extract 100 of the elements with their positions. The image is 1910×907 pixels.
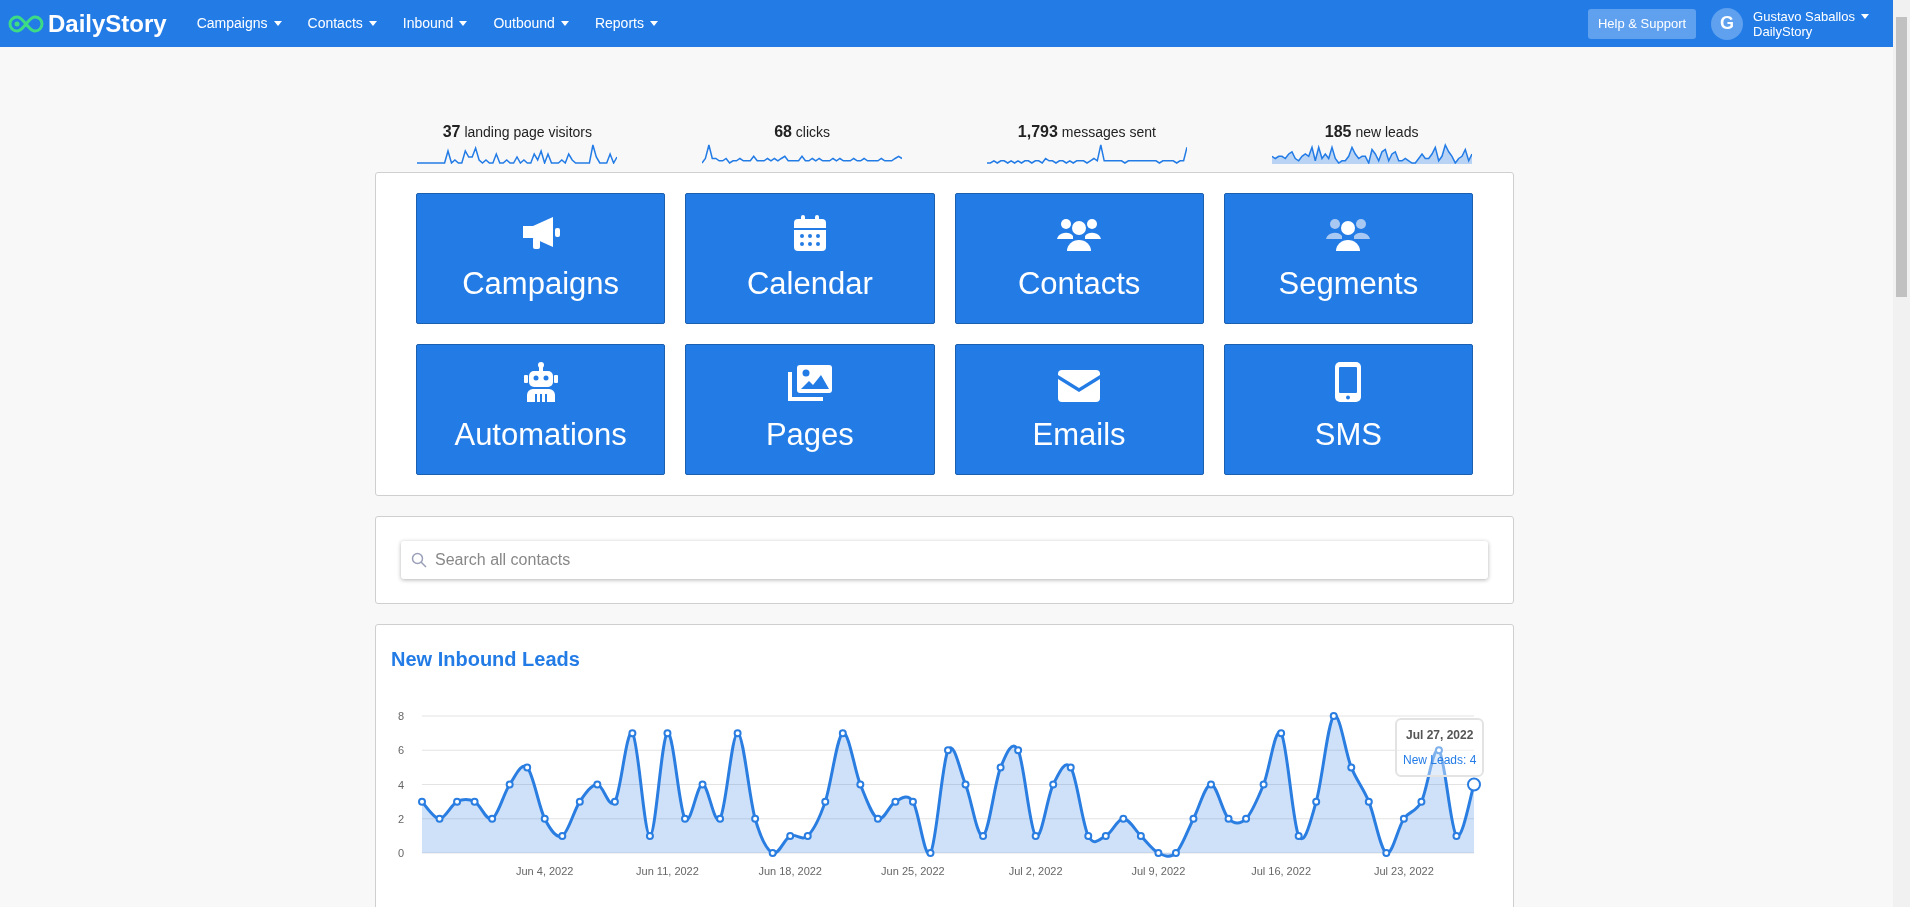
data-point [681, 814, 689, 823]
data-point [698, 780, 707, 789]
help-support-button[interactable]: Help & Support [1587, 8, 1697, 39]
scrollbar[interactable] [1893, 0, 1910, 907]
dashboard-tile[interactable]: Pages [685, 344, 935, 475]
data-point [523, 763, 532, 772]
nav-menu[interactable]: Contacts [307, 13, 377, 34]
user-organization: DailyStory [1753, 23, 1814, 39]
x-axis-label: Jul 2, 2022 [1008, 865, 1063, 877]
caret-icon [459, 21, 468, 26]
brand-name[interactable]: DailyStory [48, 5, 167, 42]
data-point [1312, 797, 1321, 806]
y-axis-label: 0 [397, 847, 404, 859]
data-point [1259, 780, 1268, 789]
data-point [1434, 746, 1443, 755]
calendar-icon [793, 215, 826, 252]
data-point [470, 797, 479, 806]
data-point [856, 780, 865, 789]
data-point [716, 814, 725, 823]
caret-icon [1861, 13, 1869, 19]
data-point [821, 797, 830, 806]
nav-menu[interactable]: Inbound [402, 13, 468, 34]
data-point [1136, 831, 1145, 840]
data-point [803, 831, 812, 840]
x-axis-label: Jun 18, 2022 [758, 865, 822, 877]
user-avatar[interactable]: G [1711, 7, 1744, 40]
x-axis-label: Jul 23, 2022 [1373, 865, 1434, 877]
data-point [944, 746, 952, 755]
search-icon [411, 552, 427, 568]
search-field[interactable]: Search all contacts [401, 541, 1488, 579]
megaphone-icon [520, 215, 561, 252]
caret-icon [649, 21, 658, 26]
data-point [1294, 831, 1303, 840]
data-point [435, 814, 444, 823]
caret-icon [368, 21, 377, 26]
data-point [1066, 763, 1075, 772]
people-icon [1326, 217, 1371, 252]
data-point [1014, 746, 1023, 755]
data-point [1364, 797, 1373, 806]
data-point [1049, 780, 1058, 789]
data-point [628, 729, 637, 738]
nav-menu[interactable]: Outbound [493, 13, 569, 34]
panel-title: New Inbound Leads [391, 647, 581, 672]
stat-label: 185 new leads [1324, 122, 1419, 140]
x-axis-label: Jun 25, 2022 [881, 865, 945, 877]
data-point [1207, 780, 1215, 789]
stat-label: 1,793 messages sent [1017, 122, 1156, 140]
stat-label: 68 clicks [774, 122, 831, 140]
dashboard-tile[interactable]: Segments [1223, 193, 1473, 324]
data-point [1417, 797, 1426, 806]
stat-label: 37 landing page visitors [442, 122, 593, 140]
data-point [873, 814, 882, 823]
x-axis-label: Jul 16, 2022 [1251, 865, 1312, 877]
data-point [979, 831, 988, 840]
data-point [488, 814, 497, 823]
search-input[interactable]: Search all contacts [435, 548, 1478, 572]
y-axis-label: 2 [397, 812, 404, 825]
caret-icon [273, 21, 282, 26]
people-icon [1057, 217, 1102, 252]
data-point [1189, 814, 1198, 823]
dashboard-tile[interactable]: Campaigns [416, 193, 666, 324]
infinity-logo-icon [8, 13, 44, 34]
data-point [593, 780, 602, 789]
nav-menu[interactable]: Reports [594, 13, 658, 34]
data-point [1084, 831, 1093, 840]
data-point [558, 831, 567, 840]
y-axis-label: 6 [397, 744, 404, 757]
data-point [540, 814, 549, 823]
tooltip-date: Jul 27, 2022 [1405, 727, 1475, 744]
data-point [1277, 729, 1286, 738]
images-icon [786, 364, 833, 403]
y-axis-label: 8 [397, 710, 404, 722]
dashboard-tile[interactable]: SMS [1223, 344, 1473, 475]
data-point [996, 763, 1005, 772]
user-name[interactable]: Gustavo Saballos [1753, 8, 1855, 24]
nav-menu[interactable]: Campaigns [196, 13, 282, 34]
data-point [418, 797, 426, 806]
data-point [768, 849, 777, 857]
data-point [1452, 831, 1461, 840]
data-point [1119, 814, 1128, 823]
data-point [1171, 849, 1180, 857]
data-point [1031, 831, 1040, 840]
envelope-icon [1058, 370, 1101, 403]
data-point [1154, 849, 1163, 857]
data-point [1242, 814, 1251, 823]
data-point [961, 780, 970, 789]
dashboard-tile[interactable]: Calendar [685, 193, 935, 324]
dashboard-tile[interactable]: Contacts [954, 193, 1204, 324]
robot-icon [522, 362, 559, 403]
dashboard-tile[interactable]: Automations [416, 344, 666, 475]
data-point [645, 831, 654, 840]
data-point [1399, 814, 1408, 823]
data-point [891, 797, 900, 806]
data-point [575, 797, 584, 806]
data-point [751, 814, 760, 823]
data-point [1467, 777, 1481, 792]
dashboard-tile[interactable]: Emails [954, 344, 1204, 475]
data-point [505, 780, 514, 789]
data-point [610, 797, 619, 806]
data-point [908, 797, 917, 806]
